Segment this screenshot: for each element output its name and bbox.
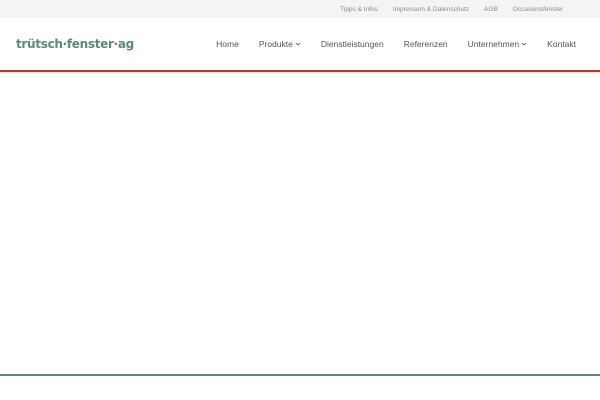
nav-item-kontakt[interactable]: Kontakt [537,39,576,49]
link-agb[interactable]: AGB [484,6,498,13]
chevron-down-icon [295,41,301,47]
nav-item-label: Kontakt [547,39,576,49]
nav-item-produkte[interactable]: Produkte [249,39,311,49]
nav-item-label: Home [216,39,239,49]
link-tipps-infos[interactable]: Tipps & Infos [340,6,378,13]
nav-item-dienstleistungen[interactable]: Dienstleistungen [311,39,394,49]
link-impressum-datenschutz[interactable]: Impressum & Datenschutz [393,6,469,13]
nav-item-referenzen[interactable]: Referenzen [394,39,458,49]
link-occasionsfenster[interactable]: Occasionsfenster [513,6,563,13]
utility-links: Tipps & Infos Impressum & Datenschutz AG… [340,0,563,18]
nav-item-home[interactable]: Home [206,39,249,49]
nav-item-label: Dienstleistungen [320,39,384,49]
nav-item-label: Referenzen [403,39,448,49]
site-logo[interactable]: trütsch·fenster·ag [16,37,134,51]
nav-item-label: Unternehmen [467,39,520,49]
utility-bar: Tipps & Infos Impressum & Datenschutz AG… [0,0,600,18]
main-content [0,74,600,374]
site-footer [0,376,600,400]
main-nav: Home Produkte Dienstleistungen Referenze… [206,18,576,70]
site-header: trütsch·fenster·ag Home Produkte Dienstl… [0,18,600,70]
chevron-down-icon [521,41,527,47]
nav-item-label: Produkte [258,39,293,49]
nav-item-unternehmen[interactable]: Unternehmen [458,39,538,49]
